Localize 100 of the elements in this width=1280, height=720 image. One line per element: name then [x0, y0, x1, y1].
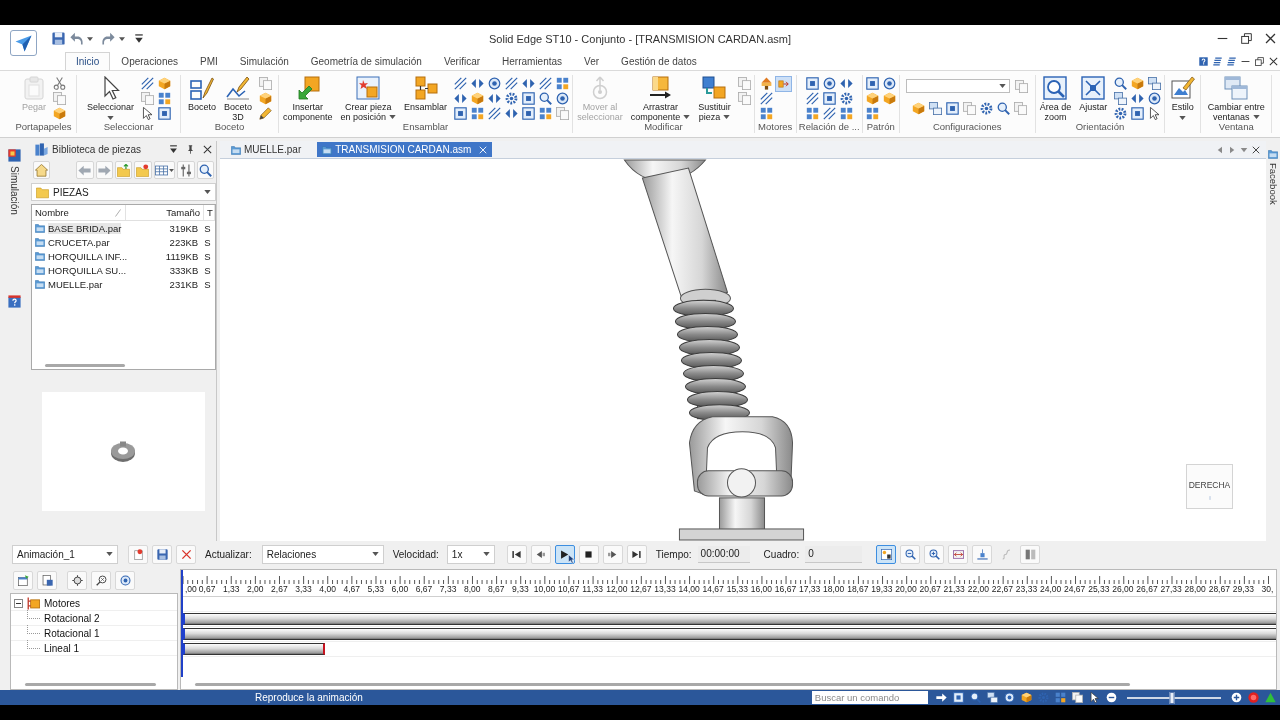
target-icon[interactable]	[882, 77, 896, 90]
lines-icon[interactable]	[454, 77, 468, 90]
gear-icon[interactable]	[839, 92, 853, 105]
frame-icon[interactable]	[805, 77, 819, 90]
ribbon-tab[interactable]: Simulación	[228, 52, 300, 70]
document-tab[interactable]: TRANSMISION CARDAN.asm	[317, 142, 493, 157]
frame-icon[interactable]	[1131, 107, 1145, 120]
cube-icon[interactable]	[1131, 77, 1145, 90]
slider-thumb[interactable]	[1169, 691, 1175, 704]
stop-icon[interactable]	[583, 548, 595, 560]
view-cube[interactable]: DERECHA	[1186, 464, 1233, 509]
restore-icon[interactable]	[1255, 56, 1264, 66]
caret-icon[interactable]	[1179, 115, 1187, 120]
ribbon-button[interactable]: Arrastrar componente	[627, 74, 694, 122]
magnifier-icon[interactable]	[997, 102, 1011, 115]
lines-icon[interactable]	[805, 92, 819, 105]
play-button[interactable]	[554, 544, 575, 564]
cursor-icon[interactable]	[1088, 692, 1100, 703]
cube-icon[interactable]	[882, 92, 896, 105]
scrollbar[interactable]	[45, 363, 125, 367]
caret-icon[interactable]	[107, 115, 114, 120]
caret-icon[interactable]	[482, 552, 490, 556]
lines-icon[interactable]	[141, 77, 154, 90]
ribbon-button[interactable]: Ajustar	[1076, 74, 1111, 113]
ribbon-button[interactable]: Estilo	[1167, 74, 1198, 120]
zoom-in-icon[interactable]	[928, 548, 940, 560]
target-icon[interactable]	[822, 77, 836, 90]
ribbon-tab[interactable]: Gestión de datos	[610, 52, 708, 70]
step-back-button[interactable]	[530, 544, 551, 564]
file-name[interactable]: HORQUILLA INF...	[48, 250, 128, 262]
application-button[interactable]	[10, 30, 37, 56]
lines-icon[interactable]	[760, 92, 774, 105]
side-tab[interactable]: Simulación	[8, 166, 20, 215]
triangle-icon[interactable]	[1264, 692, 1276, 703]
caret-icon[interactable]	[1252, 115, 1260, 120]
caret-icon[interactable]	[683, 115, 691, 120]
lines-icon[interactable]	[505, 77, 519, 90]
close-icon[interactable]	[203, 145, 212, 154]
scrollbar[interactable]	[195, 683, 1130, 686]
motion-bar[interactable]	[183, 643, 326, 655]
grid-icon[interactable]	[865, 107, 879, 120]
frame-icon[interactable]	[158, 107, 171, 120]
cube-icon[interactable]	[259, 92, 273, 105]
arrows-icon[interactable]	[505, 107, 519, 120]
table-icon[interactable]	[154, 163, 168, 177]
ribbon-tab[interactable]: Verificar	[432, 52, 492, 70]
step-back-icon[interactable]	[535, 548, 547, 560]
step-forward-icon[interactable]	[607, 548, 619, 560]
cursor-icon[interactable]	[141, 107, 154, 120]
ribbon-button[interactable]: Crear pieza en posición	[337, 74, 400, 122]
grid-icon[interactable]	[1054, 692, 1066, 703]
windows-icon[interactable]	[986, 692, 998, 703]
windows-icon[interactable]	[929, 102, 943, 115]
ribbon-button[interactable]: Ensamblar	[401, 74, 451, 113]
customize-icon[interactable]	[169, 145, 178, 154]
enter-arrow-icon[interactable]	[935, 692, 947, 703]
skip-start-icon[interactable]	[511, 548, 523, 560]
redo-icon[interactable]	[102, 32, 115, 45]
nested-squares-icon[interactable]	[7, 149, 21, 162]
grid-icon[interactable]	[471, 107, 485, 120]
document-tab[interactable]: MUELLE.par	[226, 142, 307, 157]
cube-icon[interactable]	[865, 92, 879, 105]
arrows-icon[interactable]	[471, 77, 485, 90]
target-icon[interactable]	[488, 77, 502, 90]
caret-icon[interactable]	[119, 36, 125, 41]
frame-icon[interactable]	[822, 92, 836, 105]
file-name[interactable]: CRUCETA.par	[48, 236, 110, 248]
tri-right-icon[interactable]	[1228, 145, 1236, 154]
gear-icon[interactable]	[505, 92, 519, 105]
column-header[interactable]: Nombre	[32, 205, 126, 220]
ribbon-button[interactable]: Insertar componente	[280, 74, 336, 122]
frame-icon[interactable]	[952, 692, 964, 703]
pin-icon[interactable]	[186, 145, 195, 154]
grid-icon[interactable]	[539, 107, 553, 120]
lines-icon[interactable]	[539, 77, 553, 90]
align-bottom-icon[interactable]	[976, 548, 988, 560]
update-dropdown[interactable]: Relaciones	[261, 544, 384, 564]
frame-icon[interactable]	[865, 77, 879, 90]
ribbon-button[interactable]: Boceto 3D	[221, 74, 256, 122]
slant-lines-icon[interactable]	[1213, 56, 1222, 66]
ribbon-button[interactable]: Área de zoom	[1036, 74, 1075, 122]
collapse-icon[interactable]	[14, 598, 23, 608]
caret-icon[interactable]	[389, 115, 397, 120]
skip-end-icon[interactable]	[631, 548, 643, 560]
toggle-button[interactable]	[775, 75, 793, 92]
frame-icon[interactable]	[522, 107, 536, 120]
pencil-icon[interactable]	[259, 107, 273, 120]
side-tab[interactable]: Facebook	[1267, 163, 1279, 205]
gear-icon[interactable]	[1114, 107, 1128, 120]
gear-icon[interactable]	[980, 102, 994, 115]
motion-bar[interactable]	[183, 628, 1276, 640]
ribbon-tab[interactable]: Ver	[573, 52, 611, 70]
arrows-icon[interactable]	[522, 77, 536, 90]
fit-width-icon[interactable]	[952, 548, 964, 560]
caret-icon[interactable]	[168, 168, 174, 172]
cube-icon[interactable]	[912, 102, 926, 115]
ribbon-button[interactable]: Seleccionar	[84, 74, 137, 120]
skip-end-button[interactable]	[626, 544, 647, 564]
cube-icon[interactable]	[471, 92, 485, 105]
frame-icon[interactable]	[946, 102, 960, 115]
